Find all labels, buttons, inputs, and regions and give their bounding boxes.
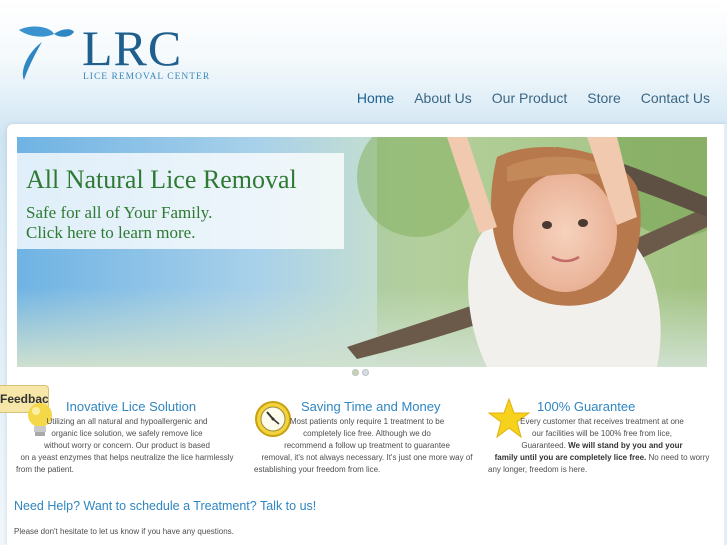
- help-heading: Need Help? Want to schedule a Treatment?…: [14, 499, 317, 513]
- feature-text-bold: We will stand by you and your: [568, 441, 683, 450]
- feature-title: Inovative Lice Solution: [66, 399, 197, 414]
- feature-text-bold: family until you are completely lice fre…: [494, 453, 647, 462]
- nav-contact-us[interactable]: Contact Us: [641, 90, 710, 106]
- feature-description: Utilizing an all natural and hypoallerge…: [16, 416, 238, 476]
- feature-text-span: Guaranteed.: [521, 441, 569, 450]
- nav-home[interactable]: Home: [357, 90, 394, 106]
- feature-title: 100% Guarantee: [537, 399, 636, 414]
- feature-text-line: Most patients only require 1 treatment t…: [289, 417, 445, 426]
- feature-text-line: removal, it's not always necessary. It's…: [261, 453, 473, 462]
- nav-store[interactable]: Store: [587, 90, 620, 106]
- feature-text-line: our facilities will be 100% free from li…: [531, 429, 673, 438]
- feature-text-line: completely lice free. Although we do: [303, 429, 431, 438]
- feature-saving-time: Saving Time and Money Most patients only…: [254, 396, 484, 476]
- logo-wordmark: LRC: [82, 20, 183, 76]
- hero-subtitle-line-1: Safe for all of Your Family.: [26, 203, 213, 222]
- hero-subtitle-line-2: Click here to learn more.: [26, 223, 196, 242]
- feature-text-line: Every customer that receives treatment a…: [520, 417, 684, 426]
- slider-dot-1[interactable]: [352, 369, 359, 376]
- feature-text-span: No need to worry: [646, 453, 710, 462]
- feature-innovative-solution: Inovative Lice Solution Utilizing an all…: [16, 396, 248, 476]
- feature-guarantee: 100% Guarantee Every customer that recei…: [488, 396, 718, 476]
- feature-title: Saving Time and Money: [301, 399, 441, 414]
- hero-title: All Natural Lice Removal: [26, 165, 297, 194]
- propeller-logo-icon: [19, 26, 74, 80]
- site-header: LRC LICE REMOVAL CENTER Home About Us Ou…: [0, 0, 727, 122]
- feature-text-line: establishing your freedom from lice.: [254, 465, 381, 474]
- feature-text-line: without worry or concern. Our product is…: [44, 441, 210, 450]
- site-logo[interactable]: LRC LICE REMOVAL CENTER: [16, 20, 209, 84]
- logo-tagline: LICE REMOVAL CENTER: [83, 72, 211, 82]
- main-nav: Home About Us Our Product Store Contact …: [357, 90, 710, 106]
- feature-description: Every customer that receives treatment a…: [488, 416, 716, 476]
- feature-description: Most patients only require 1 treatment t…: [254, 416, 480, 476]
- feature-text-line: any longer, freedom is here.: [488, 465, 588, 474]
- slider-pagination: [352, 369, 369, 376]
- feature-text-line: recommend a follow up treatment to guara…: [284, 441, 450, 450]
- nav-about-us[interactable]: About Us: [414, 90, 472, 106]
- feature-text-line: from the patient.: [16, 465, 74, 474]
- feature-text-line: organic lice solution, we safely remove …: [51, 429, 203, 438]
- feature-text-line: on a yeast enzymes that helps neutralize…: [20, 453, 234, 462]
- feature-text-line: Utilizing an all natural and hypoallerge…: [46, 417, 208, 426]
- nav-our-product[interactable]: Our Product: [492, 90, 567, 106]
- slider-dot-2[interactable]: [362, 369, 369, 376]
- help-text: Please don't hesitate to let us know if …: [14, 527, 234, 536]
- hero-banner[interactable]: All Natural Lice Removal Safe for all of…: [17, 137, 707, 367]
- hero-subtitle: Safe for all of Your Family. Click here …: [26, 203, 336, 243]
